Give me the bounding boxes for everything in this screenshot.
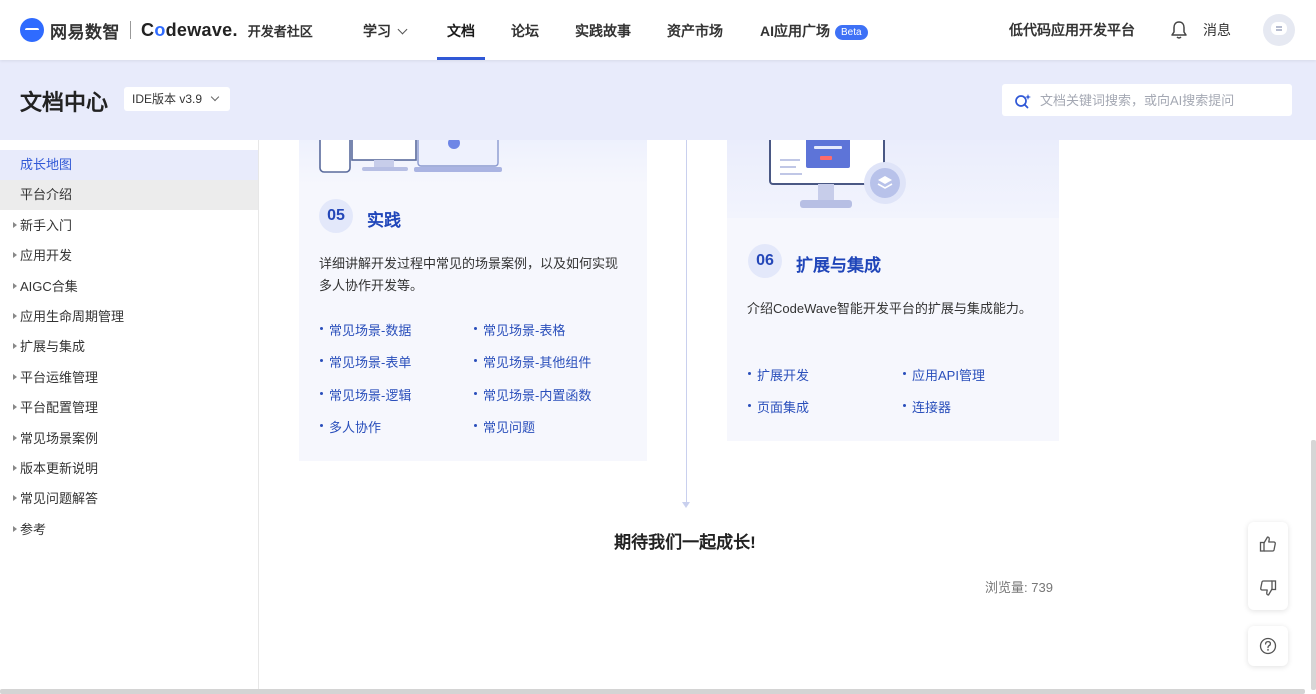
user-avatar[interactable] <box>1263 14 1295 46</box>
chevron-down-icon <box>210 92 220 102</box>
card-description: 详细讲解开发过程中常见的场景案例，以及如何实现多人协作开发等。 <box>319 256 619 293</box>
sidebar-item-cases[interactable]: 常见场景案例 <box>0 424 258 454</box>
caret-right-icon <box>13 374 17 380</box>
sidebar-item-getting-started[interactable]: 新手入门 <box>0 211 258 241</box>
nav-item-docs[interactable]: 文档 <box>437 0 485 60</box>
link-faq[interactable]: 常见问题 <box>473 417 535 436</box>
feedback-panel <box>1248 522 1288 610</box>
sidebar-item-ops[interactable]: 平台运维管理 <box>0 363 258 393</box>
link-scenario-form[interactable]: 常见场景-表单 <box>319 352 411 371</box>
caret-right-icon <box>13 435 17 441</box>
brand-divider <box>130 21 131 39</box>
thumbs-up-icon <box>1259 536 1276 552</box>
card-number-badge: 06 <box>748 244 782 278</box>
nav-item-learn[interactable]: 学习 <box>363 0 408 60</box>
search-input[interactable] <box>1040 84 1285 116</box>
monitor-integration-illustration-icon <box>769 140 906 208</box>
ai-search-icon <box>1015 94 1031 109</box>
page-title: 文档中心 <box>20 90 109 115</box>
platform-link[interactable]: 低代码应用开发平台 <box>1009 0 1135 60</box>
nav-item-ai-plaza[interactable]: AI应用广场 Beta <box>760 0 868 60</box>
link-extension-dev[interactable]: 扩展开发 <box>747 365 809 384</box>
caret-right-icon <box>13 222 17 228</box>
link-scenario-data[interactable]: 常见场景-数据 <box>319 320 411 339</box>
help-button[interactable] <box>1248 626 1288 666</box>
caret-right-icon <box>13 313 17 319</box>
company-name: 网易数智 <box>50 22 120 42</box>
chevron-down-icon <box>397 24 408 35</box>
caret-right-icon <box>13 526 17 532</box>
sidebar-item-reference[interactable]: 参考 <box>0 515 258 545</box>
nav-item-forum[interactable]: 论坛 <box>511 0 539 60</box>
community-label: 开发者社区 <box>247 23 313 39</box>
link-collaboration[interactable]: 多人协作 <box>319 417 381 436</box>
caret-right-icon <box>13 404 17 410</box>
card-title: 扩展与集成 <box>796 256 881 275</box>
link-page-integration[interactable]: 页面集成 <box>747 397 809 416</box>
card-title: 实践 <box>367 211 401 230</box>
search-box[interactable] <box>1002 84 1292 116</box>
devices-illustration-icon <box>319 140 502 173</box>
bell-icon[interactable] <box>1170 20 1188 40</box>
sidebar-item-extension[interactable]: 扩展与集成 <box>0 332 258 362</box>
sidebar-item-platform-intro[interactable]: 平台介绍 <box>0 180 258 210</box>
link-app-api-management[interactable]: 应用API管理 <box>902 365 985 384</box>
closing-message: 期待我们一起成长! <box>614 533 756 552</box>
card-description: 介绍CodeWave智能开发平台的扩展与集成能力。 <box>747 301 1032 316</box>
thumbs-down-button[interactable] <box>1248 568 1288 608</box>
caret-right-icon <box>13 252 17 258</box>
netease-logo-icon <box>20 18 44 42</box>
top-navigation: 网易数智 Codewave. 开发者社区 学习 文档 论坛 实践故事 资产市场 … <box>0 0 1316 60</box>
sidebar-item-config[interactable]: 平台配置管理 <box>0 393 258 423</box>
doc-center-header: 文档中心 IDE版本 v3.9 <box>0 60 1316 140</box>
sidebar-item-release-notes[interactable]: 版本更新说明 <box>0 454 258 484</box>
timeline-arrow-icon <box>682 502 690 508</box>
card-number-badge: 05 <box>319 199 353 233</box>
question-icon <box>1259 637 1277 655</box>
thumbs-up-button[interactable] <box>1248 524 1288 564</box>
brand[interactable]: 网易数智 Codewave. 开发者社区 <box>20 16 313 44</box>
sidebar-item-app-dev[interactable]: 应用开发 <box>0 241 258 271</box>
link-connectors[interactable]: 连接器 <box>902 397 951 416</box>
sidebar-item-aigc[interactable]: AIGC合集 <box>0 272 258 302</box>
beta-badge: Beta <box>835 25 868 40</box>
thumbs-down-icon <box>1260 580 1277 596</box>
link-scenario-table[interactable]: 常见场景-表格 <box>473 320 565 339</box>
sidebar-item-lifecycle[interactable]: 应用生命周期管理 <box>0 302 258 332</box>
sidebar-item-growth-map[interactable]: 成长地图 <box>0 150 258 180</box>
link-scenario-builtin-functions[interactable]: 常见场景-内置函数 <box>473 385 591 404</box>
link-scenario-other-components[interactable]: 常见场景-其他组件 <box>473 352 591 371</box>
sidebar-item-faq[interactable]: 常见问题解答 <box>0 484 258 514</box>
caret-right-icon <box>13 495 17 501</box>
vertical-scrollbar[interactable] <box>1311 440 1316 690</box>
card-practice <box>299 140 647 461</box>
horizontal-scrollbar[interactable] <box>0 689 1305 694</box>
doc-sidebar: 成长地图 平台介绍 新手入门 应用开发 AIGC合集 应用生命周期管理 扩展与集… <box>0 140 259 694</box>
link-scenario-logic[interactable]: 常见场景-逻辑 <box>319 385 411 404</box>
caret-right-icon <box>13 465 17 471</box>
nav-item-stories[interactable]: 实践故事 <box>575 0 631 60</box>
messages-link[interactable]: 消息 <box>1203 0 1231 60</box>
caret-right-icon <box>13 343 17 349</box>
version-select[interactable]: IDE版本 v3.9 <box>124 87 231 111</box>
timeline-line <box>686 140 687 502</box>
view-count: 浏览量: 739 <box>985 580 1053 595</box>
caret-right-icon <box>13 283 17 289</box>
nav-item-asset-market[interactable]: 资产市场 <box>667 0 723 60</box>
product-logo: Codewave. <box>141 19 238 40</box>
